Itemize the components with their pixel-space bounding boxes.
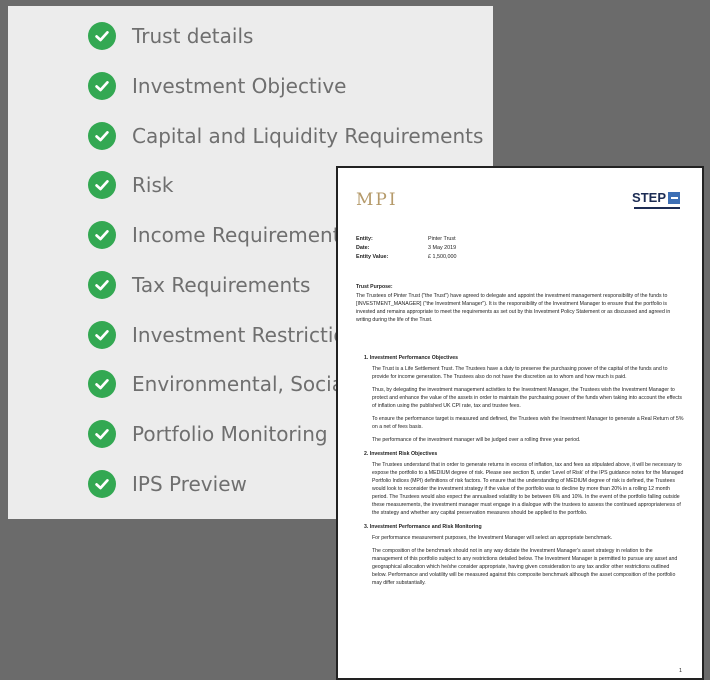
checkmark-icon	[88, 370, 116, 398]
checklist-item-label: Capital and Liquidity Requirements	[132, 124, 484, 148]
checklist-item[interactable]: Risk	[88, 170, 173, 200]
checkmark-icon	[88, 321, 116, 349]
section-title: 1. Investment Performance Objectives	[364, 355, 458, 361]
step-logo: STEP	[632, 190, 680, 205]
step-logo-mark	[668, 191, 680, 204]
document-section: 3. Investment Performance and Risk Monit…	[364, 523, 684, 587]
checkmark-icon	[88, 271, 116, 299]
meta-key: Entity:	[356, 236, 373, 242]
checklist-item[interactable]: Investment Restrictions	[88, 320, 369, 350]
checklist-item[interactable]: IPS Preview	[88, 469, 247, 499]
section-title: 2. Investment Risk Objectives	[364, 451, 438, 457]
section-title: 3. Investment Performance and Risk Monit…	[364, 524, 482, 530]
document-sections: 1. Investment Performance Objectives The …	[364, 354, 684, 593]
checkmark-icon	[88, 420, 116, 448]
meta-row: Entity: Pinter Trust	[356, 235, 456, 244]
trust-purpose: Trust Purpose: The Trustees of Pinter Tr…	[356, 283, 686, 324]
section-paragraph: For performance measurement purposes, th…	[372, 535, 613, 541]
checklist-item[interactable]: Trust details	[88, 21, 253, 51]
checkmark-icon	[88, 470, 116, 498]
trust-purpose-heading: Trust Purpose:	[356, 284, 393, 290]
step-logo-rule	[634, 207, 680, 209]
checkmark-icon	[88, 72, 116, 100]
checklist-item-label: Risk	[132, 173, 174, 197]
checklist-item[interactable]: Tax Requirements	[88, 270, 310, 300]
meta-row: Date: 3 May 2019	[356, 244, 456, 253]
meta-value: £ 1,500,000	[428, 254, 457, 260]
section-paragraph: The composition of the benchmark should …	[372, 548, 678, 586]
checklist-item-label: Tax Requirements	[132, 273, 311, 297]
checklist-item-label: Investment Objective	[132, 74, 347, 98]
step-logo-text: STEP	[632, 190, 666, 205]
document-section: 1. Investment Performance Objectives The …	[364, 354, 684, 444]
meta-key: Date:	[356, 245, 370, 251]
checklist-item-label: Portfolio Monitoring	[132, 422, 328, 446]
entity-meta: Entity: Pinter Trust Date: 3 May 2019 Entity…	[356, 235, 456, 262]
checkmark-icon	[88, 22, 116, 50]
meta-value: Pinter Trust	[428, 236, 456, 242]
checklist-item-label: IPS Preview	[132, 472, 247, 496]
section-paragraph: The Trust is a Life Settlement Trust. Th…	[372, 366, 668, 380]
checklist-item-label: Income Requirement	[132, 223, 341, 247]
page-number: 1	[679, 668, 682, 674]
checklist-item[interactable]: Income Requirement	[88, 220, 341, 250]
meta-key: Entity Value:	[356, 254, 389, 260]
checklist-item[interactable]: Portfolio Monitoring	[88, 419, 328, 449]
checklist-item-label: Investment Restrictions	[132, 323, 369, 347]
checkmark-icon	[88, 171, 116, 199]
checkmark-icon	[88, 221, 116, 249]
meta-value: 3 May 2019	[428, 245, 457, 251]
section-paragraph: To ensure the performance target is meas…	[372, 416, 684, 430]
checkmark-icon	[88, 122, 116, 150]
section-paragraph: The Trustees understand that in order to…	[372, 462, 684, 516]
checklist-item[interactable]: Capital and Liquidity Requirements	[88, 121, 483, 151]
section-paragraph: Thus, by delegating the investment manag…	[372, 387, 682, 409]
trust-purpose-text: The Trustees of Pinter Trust ("the Trust…	[356, 293, 671, 323]
section-paragraph: The performance of the investment manage…	[372, 437, 581, 443]
document-section: 2. Investment Risk Objectives The Trustee…	[364, 450, 684, 517]
mpi-logo: MPI	[356, 190, 398, 210]
ips-document-preview: MPI STEP Entity: Pinter Trust Date: 3 May 2…	[336, 166, 704, 680]
checklist-item[interactable]: Investment Objective	[88, 71, 346, 101]
meta-row: Entity Value: £ 1,500,000	[356, 253, 456, 262]
checklist-item-label: Trust details	[132, 24, 254, 48]
